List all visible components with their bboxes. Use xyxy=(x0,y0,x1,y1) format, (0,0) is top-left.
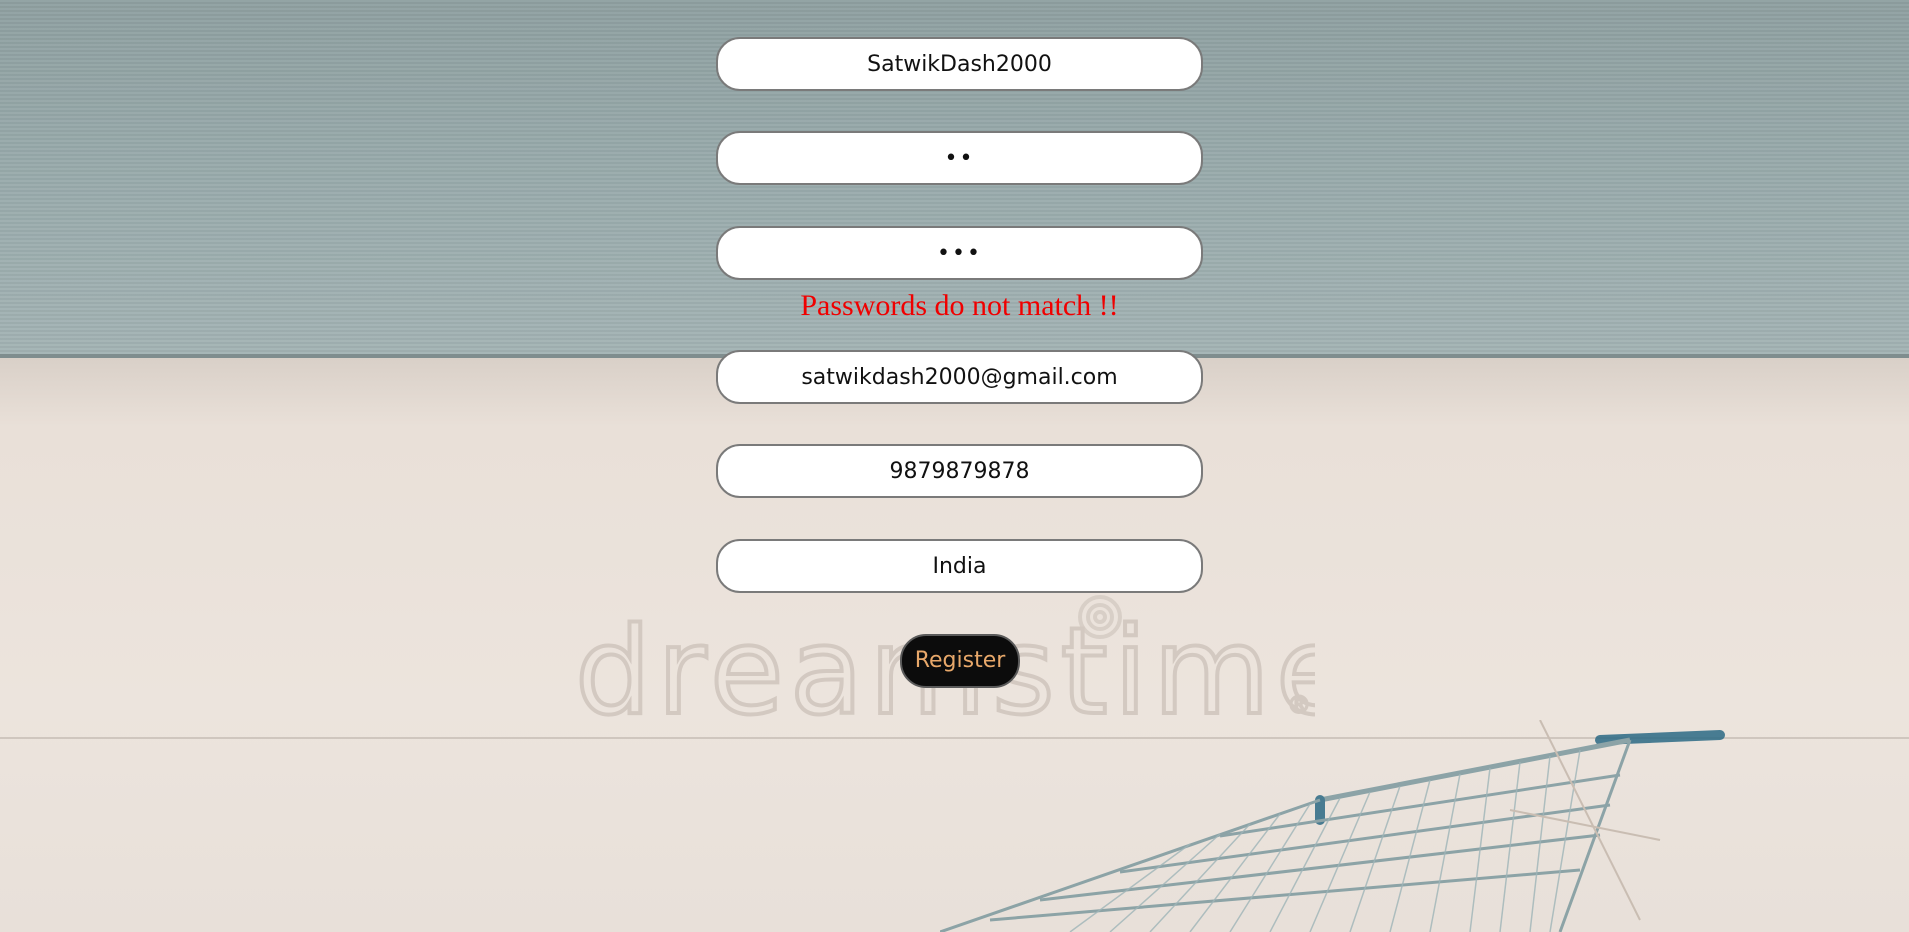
shopping-cart-icon xyxy=(940,720,1725,932)
watermark-registered-mark: ® xyxy=(1287,691,1311,719)
password-mismatch-error: Passwords do not match !! xyxy=(800,289,1119,322)
register-button[interactable]: Register xyxy=(900,634,1020,688)
confirm-password-field[interactable] xyxy=(716,226,1203,280)
email-field[interactable] xyxy=(716,350,1203,404)
password-field[interactable] xyxy=(716,131,1203,185)
username-field[interactable] xyxy=(716,37,1203,91)
country-field[interactable] xyxy=(716,539,1203,593)
phone-field[interactable] xyxy=(716,444,1203,498)
